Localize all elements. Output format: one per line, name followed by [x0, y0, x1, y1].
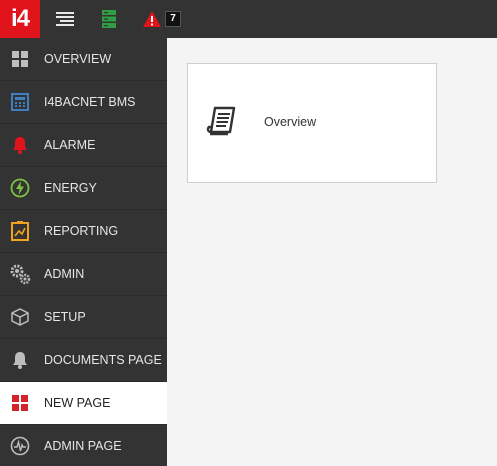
sidebar: OVERVIEW I4BACNET BMS ALARME ENERGY REPO…	[0, 38, 167, 466]
sidebar-item-label: SETUP	[44, 310, 86, 324]
alarm-count-badge: 7	[165, 11, 181, 27]
document-scroll-icon	[206, 104, 240, 143]
alarm-notification[interactable]: 7	[141, 0, 183, 38]
lightning-icon	[0, 167, 40, 210]
sidebar-item-admin[interactable]: ADMIN	[0, 253, 167, 296]
sidebar-item-label: ALARME	[44, 138, 96, 152]
logo-text: i4	[10, 5, 30, 32]
sidebar-item-documents-page[interactable]: DOCUMENTS PAGE	[0, 339, 167, 382]
overview-tile[interactable]: Overview	[187, 63, 437, 183]
grid-icon	[0, 38, 40, 81]
sidebar-item-label: ADMIN PAGE	[44, 439, 122, 453]
main-content: Overview	[167, 38, 497, 466]
bell-icon	[0, 124, 40, 167]
cube-icon	[0, 296, 40, 339]
warning-triangle-icon	[143, 11, 162, 27]
sidebar-item-setup[interactable]: SETUP	[0, 296, 167, 339]
sidebar-item-label: OVERVIEW	[44, 52, 112, 66]
menu-list-icon[interactable]	[52, 0, 78, 38]
sidebar-item-reporting[interactable]: REPORTING	[0, 210, 167, 253]
gears-icon	[0, 253, 40, 296]
sidebar-item-new-page[interactable]: NEW PAGE	[0, 382, 167, 425]
sidebar-item-energy[interactable]: ENERGY	[0, 167, 167, 210]
sidebar-item-label: I4BACNET BMS	[44, 95, 136, 109]
sidebar-item-admin-page[interactable]: ADMIN PAGE	[0, 425, 167, 466]
sidebar-item-label: ADMIN	[44, 267, 85, 281]
app-logo[interactable]: i4	[0, 0, 40, 38]
server-icon[interactable]	[98, 0, 120, 38]
bell-icon	[0, 339, 40, 382]
sidebar-item-alarme[interactable]: ALARME	[0, 124, 167, 167]
sidebar-item-i4bacnet-bms[interactable]: I4BACNET BMS	[0, 81, 167, 124]
sidebar-item-label: ENERGY	[44, 181, 97, 195]
grid-icon	[0, 382, 40, 425]
sidebar-item-overview[interactable]: OVERVIEW	[0, 38, 167, 81]
report-chart-icon	[0, 210, 40, 253]
pulse-gauge-icon	[0, 425, 40, 466]
sidebar-item-label: DOCUMENTS PAGE	[44, 353, 162, 367]
top-bar: i4 7	[0, 0, 497, 38]
sidebar-item-label: NEW PAGE	[44, 396, 111, 410]
sidebar-item-label: REPORTING	[44, 224, 119, 238]
tile-label: Overview	[264, 115, 317, 129]
building-panel-icon	[0, 81, 40, 124]
